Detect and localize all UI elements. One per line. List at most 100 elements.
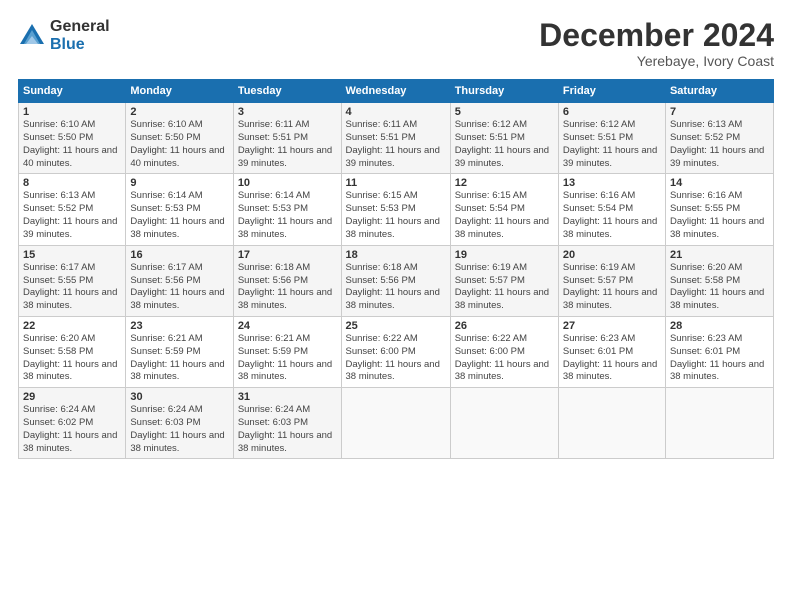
calendar-week-1: 1 Sunrise: 6:10 AMSunset: 5:50 PMDayligh… <box>19 103 774 174</box>
calendar-week-3: 15 Sunrise: 6:17 AMSunset: 5:55 PMDaylig… <box>19 245 774 316</box>
day-number: 17 <box>238 249 337 261</box>
day-info: Sunrise: 6:21 AMSunset: 5:59 PMDaylight:… <box>238 333 332 382</box>
calendar-cell: 31 Sunrise: 6:24 AMSunset: 6:03 PMDaylig… <box>233 388 341 459</box>
calendar-week-2: 8 Sunrise: 6:13 AMSunset: 5:52 PMDayligh… <box>19 174 774 245</box>
day-number: 24 <box>238 320 337 332</box>
day-info: Sunrise: 6:11 AMSunset: 5:51 PMDaylight:… <box>238 119 332 168</box>
day-info: Sunrise: 6:15 AMSunset: 5:53 PMDaylight:… <box>346 190 440 239</box>
col-tuesday: Tuesday <box>233 80 341 103</box>
day-info: Sunrise: 6:17 AMSunset: 5:55 PMDaylight:… <box>23 262 117 311</box>
calendar-cell: 20 Sunrise: 6:19 AMSunset: 5:57 PMDaylig… <box>558 245 665 316</box>
header: General Blue December 2024 Yerebaye, Ivo… <box>18 18 774 69</box>
day-number: 9 <box>130 177 228 189</box>
col-wednesday: Wednesday <box>341 80 450 103</box>
day-number: 21 <box>670 249 769 261</box>
day-number: 22 <box>23 320 121 332</box>
day-info: Sunrise: 6:23 AMSunset: 6:01 PMDaylight:… <box>563 333 657 382</box>
day-info: Sunrise: 6:12 AMSunset: 5:51 PMDaylight:… <box>563 119 657 168</box>
calendar-week-5: 29 Sunrise: 6:24 AMSunset: 6:02 PMDaylig… <box>19 388 774 459</box>
calendar-cell: 2 Sunrise: 6:10 AMSunset: 5:50 PMDayligh… <box>126 103 233 174</box>
day-info: Sunrise: 6:11 AMSunset: 5:51 PMDaylight:… <box>346 119 440 168</box>
calendar-week-4: 22 Sunrise: 6:20 AMSunset: 5:58 PMDaylig… <box>19 316 774 387</box>
calendar-cell: 26 Sunrise: 6:22 AMSunset: 6:00 PMDaylig… <box>450 316 558 387</box>
day-number: 16 <box>130 249 228 261</box>
day-number: 30 <box>130 391 228 403</box>
day-number: 27 <box>563 320 661 332</box>
calendar-cell: 4 Sunrise: 6:11 AMSunset: 5:51 PMDayligh… <box>341 103 450 174</box>
col-thursday: Thursday <box>450 80 558 103</box>
calendar-cell: 1 Sunrise: 6:10 AMSunset: 5:50 PMDayligh… <box>19 103 126 174</box>
day-number: 2 <box>130 106 228 118</box>
calendar-table: Sunday Monday Tuesday Wednesday Thursday… <box>18 79 774 459</box>
day-info: Sunrise: 6:18 AMSunset: 5:56 PMDaylight:… <box>346 262 440 311</box>
page: General Blue December 2024 Yerebaye, Ivo… <box>0 0 792 612</box>
calendar-cell <box>665 388 773 459</box>
logo: General Blue <box>18 18 110 53</box>
calendar-cell: 19 Sunrise: 6:19 AMSunset: 5:57 PMDaylig… <box>450 245 558 316</box>
col-monday: Monday <box>126 80 233 103</box>
logo-general-text: General <box>50 18 110 36</box>
day-number: 12 <box>455 177 554 189</box>
day-info: Sunrise: 6:24 AMSunset: 6:03 PMDaylight:… <box>238 404 332 453</box>
day-info: Sunrise: 6:16 AMSunset: 5:54 PMDaylight:… <box>563 190 657 239</box>
logo-icon <box>18 22 46 50</box>
day-number: 31 <box>238 391 337 403</box>
col-friday: Friday <box>558 80 665 103</box>
day-number: 1 <box>23 106 121 118</box>
day-number: 28 <box>670 320 769 332</box>
calendar-cell <box>450 388 558 459</box>
day-number: 19 <box>455 249 554 261</box>
main-title: December 2024 <box>539 18 774 53</box>
calendar-cell: 7 Sunrise: 6:13 AMSunset: 5:52 PMDayligh… <box>665 103 773 174</box>
calendar-cell: 18 Sunrise: 6:18 AMSunset: 5:56 PMDaylig… <box>341 245 450 316</box>
day-info: Sunrise: 6:19 AMSunset: 5:57 PMDaylight:… <box>563 262 657 311</box>
day-number: 4 <box>346 106 446 118</box>
day-info: Sunrise: 6:21 AMSunset: 5:59 PMDaylight:… <box>130 333 224 382</box>
day-number: 15 <box>23 249 121 261</box>
day-number: 26 <box>455 320 554 332</box>
calendar-cell: 29 Sunrise: 6:24 AMSunset: 6:02 PMDaylig… <box>19 388 126 459</box>
day-number: 3 <box>238 106 337 118</box>
day-number: 18 <box>346 249 446 261</box>
day-info: Sunrise: 6:24 AMSunset: 6:02 PMDaylight:… <box>23 404 117 453</box>
day-info: Sunrise: 6:10 AMSunset: 5:50 PMDaylight:… <box>23 119 117 168</box>
day-info: Sunrise: 6:24 AMSunset: 6:03 PMDaylight:… <box>130 404 224 453</box>
day-info: Sunrise: 6:10 AMSunset: 5:50 PMDaylight:… <box>130 119 224 168</box>
day-info: Sunrise: 6:13 AMSunset: 5:52 PMDaylight:… <box>670 119 764 168</box>
calendar-cell: 12 Sunrise: 6:15 AMSunset: 5:54 PMDaylig… <box>450 174 558 245</box>
title-block: December 2024 Yerebaye, Ivory Coast <box>539 18 774 69</box>
day-info: Sunrise: 6:12 AMSunset: 5:51 PMDaylight:… <box>455 119 549 168</box>
day-number: 14 <box>670 177 769 189</box>
day-number: 29 <box>23 391 121 403</box>
calendar-cell: 27 Sunrise: 6:23 AMSunset: 6:01 PMDaylig… <box>558 316 665 387</box>
day-info: Sunrise: 6:15 AMSunset: 5:54 PMDaylight:… <box>455 190 549 239</box>
calendar-cell: 22 Sunrise: 6:20 AMSunset: 5:58 PMDaylig… <box>19 316 126 387</box>
day-number: 5 <box>455 106 554 118</box>
day-number: 20 <box>563 249 661 261</box>
day-number: 7 <box>670 106 769 118</box>
calendar-cell <box>341 388 450 459</box>
day-number: 13 <box>563 177 661 189</box>
calendar-cell: 28 Sunrise: 6:23 AMSunset: 6:01 PMDaylig… <box>665 316 773 387</box>
day-info: Sunrise: 6:13 AMSunset: 5:52 PMDaylight:… <box>23 190 117 239</box>
day-info: Sunrise: 6:16 AMSunset: 5:55 PMDaylight:… <box>670 190 764 239</box>
calendar-cell: 13 Sunrise: 6:16 AMSunset: 5:54 PMDaylig… <box>558 174 665 245</box>
calendar-cell: 16 Sunrise: 6:17 AMSunset: 5:56 PMDaylig… <box>126 245 233 316</box>
calendar-cell: 15 Sunrise: 6:17 AMSunset: 5:55 PMDaylig… <box>19 245 126 316</box>
calendar-cell: 30 Sunrise: 6:24 AMSunset: 6:03 PMDaylig… <box>126 388 233 459</box>
col-saturday: Saturday <box>665 80 773 103</box>
day-number: 8 <box>23 177 121 189</box>
calendar-cell <box>558 388 665 459</box>
col-sunday: Sunday <box>19 80 126 103</box>
day-info: Sunrise: 6:23 AMSunset: 6:01 PMDaylight:… <box>670 333 764 382</box>
day-number: 11 <box>346 177 446 189</box>
calendar-header-row: Sunday Monday Tuesday Wednesday Thursday… <box>19 80 774 103</box>
calendar-cell: 6 Sunrise: 6:12 AMSunset: 5:51 PMDayligh… <box>558 103 665 174</box>
calendar-cell: 5 Sunrise: 6:12 AMSunset: 5:51 PMDayligh… <box>450 103 558 174</box>
logo-blue-text: Blue <box>50 36 110 54</box>
calendar-cell: 24 Sunrise: 6:21 AMSunset: 5:59 PMDaylig… <box>233 316 341 387</box>
day-number: 25 <box>346 320 446 332</box>
calendar-cell: 21 Sunrise: 6:20 AMSunset: 5:58 PMDaylig… <box>665 245 773 316</box>
day-info: Sunrise: 6:18 AMSunset: 5:56 PMDaylight:… <box>238 262 332 311</box>
day-number: 23 <box>130 320 228 332</box>
